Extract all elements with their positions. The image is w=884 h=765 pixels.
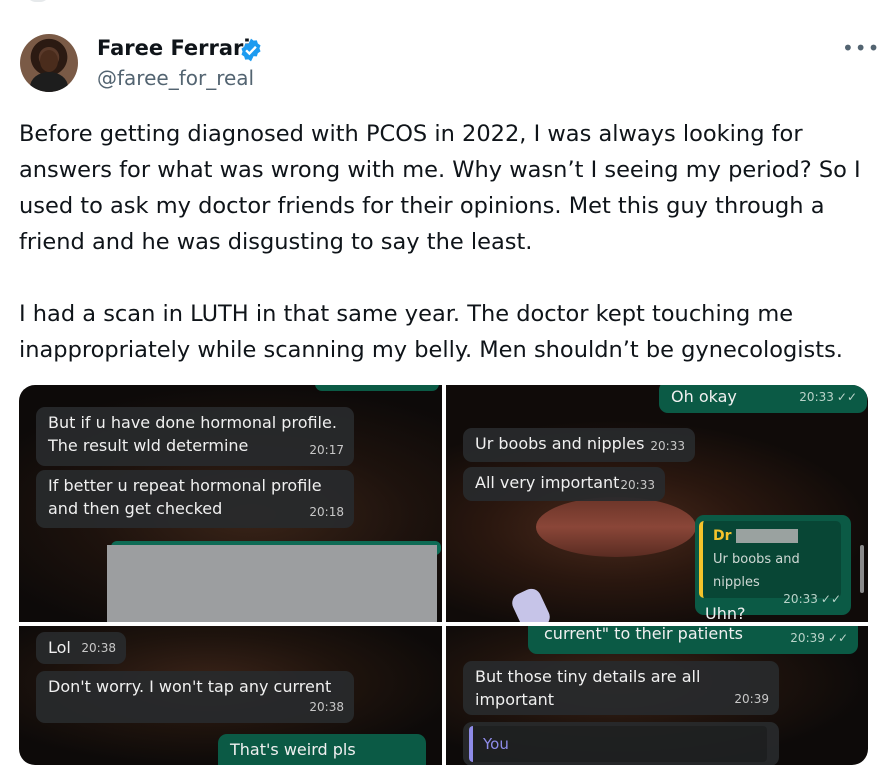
message-bubble: Ur boobs and nipples 20:33 — [463, 428, 695, 462]
user-handle[interactable]: @faree_for_real — [97, 66, 254, 90]
message-time: 20:38 — [81, 641, 116, 655]
message-time: 20:18 — [309, 505, 344, 519]
lips-shape — [536, 497, 696, 557]
media-image-4[interactable]: current" to their patients 20:39 ✓✓ But t… — [446, 626, 868, 765]
double-check-icon: ✓✓ — [836, 390, 857, 404]
message-bubble: Don't worry. I won't tap any current 20:… — [36, 671, 354, 723]
double-check-icon: ✓✓ — [820, 592, 841, 606]
message-time: 20:38 — [309, 700, 344, 714]
grey-cover-block — [107, 545, 437, 622]
message-time: 20:33 — [799, 390, 834, 404]
message-bubble: If better u repeat hormonal profile and … — [36, 470, 354, 528]
partial-bubble — [315, 385, 439, 391]
media-image-2[interactable]: Oh okay 20:33 ✓✓ Ur boobs and nipples 20:… — [446, 385, 868, 622]
verified-badge-icon — [241, 38, 261, 62]
message-time: 20:33 — [620, 478, 655, 492]
media-grid: But if u have done hormonal profile. The… — [19, 385, 868, 765]
message-time: 20:33 — [650, 439, 685, 453]
avatar-face — [40, 50, 58, 72]
message-time: 20:33 — [783, 592, 818, 606]
media-image-1[interactable]: But if u have done hormonal profile. The… — [19, 385, 442, 622]
message-bubble: You — [463, 722, 779, 765]
message-bubble-outgoing: current" to their patients 20:39 ✓✓ — [528, 626, 858, 654]
quoted-message: Dr Ur boobs and nipples — [699, 521, 841, 598]
message-time: 20:39 — [734, 692, 769, 706]
more-options-icon[interactable]: ••• — [842, 36, 880, 60]
message-bubble-outgoing: That's weird pls — [218, 734, 426, 765]
message-bubble: Lol 20:38 — [36, 632, 126, 664]
message-bubble: But those tiny details are all important… — [463, 661, 779, 715]
avatar[interactable] — [20, 34, 78, 92]
media-image-3[interactable]: Lol 20:38 Don't worry. I won't tap any c… — [19, 626, 442, 765]
tweet-text: Before getting diagnosed with PCOS in 20… — [19, 116, 874, 368]
message-bubble: But if u have done hormonal profile. The… — [36, 407, 354, 466]
quoted-sender: You — [483, 735, 509, 753]
tweet-paragraph-1: Before getting diagnosed with PCOS in 20… — [19, 121, 861, 255]
message-bubble-outgoing: Oh okay 20:33 ✓✓ — [659, 385, 867, 413]
message-time: 20:17 — [309, 443, 344, 457]
message-bubble: All very important 20:33 — [463, 467, 665, 501]
tweet-paragraph-2: I had a scan in LUTH in that same year. … — [19, 301, 843, 363]
avatar-body — [30, 72, 68, 92]
display-name[interactable]: Faree Ferrari — [97, 36, 251, 60]
message-time: 20:39 — [790, 631, 825, 645]
redacted-name — [735, 529, 798, 543]
previous-tweet-fragment — [26, 0, 50, 2]
quoted-message: You — [469, 726, 767, 762]
quoted-sender: Dr — [713, 528, 732, 544]
scrollbar[interactable] — [860, 545, 864, 593]
message-bubble-outgoing: Dr Ur boobs and nipples Uhn? 20:33 ✓✓ — [695, 515, 851, 622]
double-check-icon: ✓✓ — [827, 631, 848, 645]
